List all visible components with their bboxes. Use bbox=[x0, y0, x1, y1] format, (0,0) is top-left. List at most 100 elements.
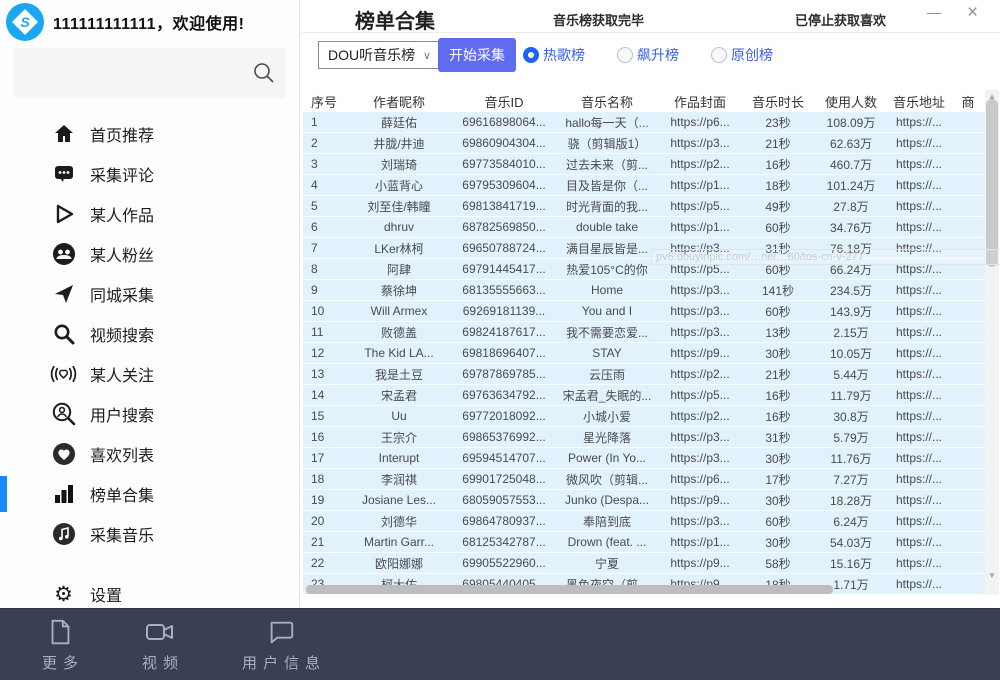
column-header[interactable]: 音乐ID bbox=[453, 90, 555, 112]
column-header[interactable]: 序号 bbox=[303, 90, 345, 112]
sidebar-item-user-works[interactable]: 某人作品 bbox=[0, 194, 299, 234]
radio-dot bbox=[617, 47, 633, 63]
table-row[interactable]: 12The Kid LA...69818696407...STAYhttps:/… bbox=[303, 343, 985, 364]
table-cell: 30秒 bbox=[741, 343, 815, 363]
radio-soaring[interactable]: 飙升榜 bbox=[617, 45, 679, 65]
home-icon bbox=[50, 121, 77, 147]
table-cell: Martin Garr... bbox=[345, 532, 453, 552]
table-cell: 11 bbox=[303, 322, 345, 342]
table-cell: 101.24万 bbox=[815, 175, 887, 195]
scroll-down-arrow[interactable]: ▼ bbox=[985, 569, 999, 583]
table-cell bbox=[951, 133, 985, 153]
sidebar-item-collect-comments[interactable]: 采集评论 bbox=[0, 154, 299, 194]
table-row[interactable]: 9蔡徐坤68135555663...Homehttps://p3...141秒2… bbox=[303, 280, 985, 301]
table-cell: https://... bbox=[887, 280, 951, 300]
table-cell: https://... bbox=[887, 175, 951, 195]
table-row[interactable]: 6dhruv68782569850...double takehttps://p… bbox=[303, 217, 985, 238]
table-row[interactable]: 13我是土豆69787869785...云压雨https://p2...21秒5… bbox=[303, 364, 985, 385]
search-icon[interactable] bbox=[252, 61, 276, 85]
table-row[interactable]: 21Martin Garr...68125342787...Drown (fea… bbox=[303, 532, 985, 553]
table-row[interactable]: 18李润祺69901725048...微风吹（剪辑...https://p6..… bbox=[303, 469, 985, 490]
sidebar-item-likes-list[interactable]: 喜欢列表 bbox=[0, 434, 299, 474]
footer-label: 用户信息 bbox=[236, 652, 326, 673]
column-header[interactable]: 音乐时长 bbox=[741, 90, 815, 112]
welcome-title: 111111111111，欢迎使用! bbox=[53, 10, 244, 34]
table-row[interactable]: 15Uu69772018092...小城小爱https://p2...16秒30… bbox=[303, 406, 985, 427]
table-cell: 17秒 bbox=[741, 469, 815, 489]
table-cell: 58秒 bbox=[741, 553, 815, 573]
column-header[interactable]: 使用人数 bbox=[815, 90, 887, 112]
table-row[interactable]: 3刘瑞琦69773584010...过去未来（剪...https://p2...… bbox=[303, 154, 985, 175]
table-cell: 30秒 bbox=[741, 490, 815, 510]
table-row[interactable]: 14宋孟君69763634792...宋孟君_失眠的...https://p5.… bbox=[303, 385, 985, 406]
table-cell: 1 bbox=[303, 112, 345, 132]
horizontal-scrollbar-thumb[interactable] bbox=[306, 585, 833, 594]
footer-item-more[interactable]: 更多 bbox=[36, 617, 84, 673]
radio-dot bbox=[711, 47, 727, 63]
column-header[interactable]: 作品封面 bbox=[659, 90, 741, 112]
table-cell: 69795309604... bbox=[453, 175, 555, 195]
app-logo-icon: S bbox=[6, 3, 44, 41]
table-row[interactable]: 20刘德华69864780937...奉陪到底https://p3...60秒6… bbox=[303, 511, 985, 532]
sidebar-item-label: 某人作品 bbox=[90, 202, 154, 226]
table-row[interactable]: 4小蓝背心69795309604...目及皆是你（...https://p1..… bbox=[303, 175, 985, 196]
search-input[interactable] bbox=[14, 48, 286, 98]
table-row[interactable]: 10Will Armex69269181139...You and Ihttps… bbox=[303, 301, 985, 322]
table-cell: 16秒 bbox=[741, 385, 815, 405]
table-row[interactable]: 17Interupt69594514707...Power (In Yo...h… bbox=[303, 448, 985, 469]
table-cell: 20 bbox=[303, 511, 345, 531]
status-music-fetched: 音乐榜获取完毕 bbox=[553, 10, 644, 29]
start-collect-button[interactable]: 开始采集 bbox=[438, 38, 516, 72]
radio-hot-songs[interactable]: 热歌榜 bbox=[523, 45, 585, 65]
table-cell: STAY bbox=[555, 343, 659, 363]
table-cell: 2.15万 bbox=[815, 322, 887, 342]
footer-item-video[interactable]: 视频 bbox=[136, 617, 184, 673]
table-row[interactable]: 22欧阳娜娜69905522960...宁夏https://p9...58秒15… bbox=[303, 553, 985, 574]
table-row[interactable]: 19Josiane Les...68059057553...Junko (Des… bbox=[303, 490, 985, 511]
footer-item-user-info[interactable]: 用户信息 bbox=[236, 617, 326, 673]
table-cell: 60秒 bbox=[741, 511, 815, 531]
sidebar-item-user-fans[interactable]: 某人粉丝 bbox=[0, 234, 299, 274]
table-cell: 69865376992... bbox=[453, 427, 555, 447]
column-header[interactable]: 作者昵称 bbox=[345, 90, 453, 112]
table-row[interactable]: 5刘至佳/韩瞳69813841719...时光背面的我...https://p5… bbox=[303, 196, 985, 217]
column-header[interactable]: 音乐名称 bbox=[555, 90, 659, 112]
table-cell: https://p3... bbox=[659, 301, 741, 321]
sidebar-search[interactable] bbox=[14, 48, 286, 98]
sidebar-item-city-collect[interactable]: 同城采集 bbox=[0, 274, 299, 314]
column-header[interactable]: 音乐地址 bbox=[887, 90, 951, 112]
table-cell bbox=[951, 217, 985, 237]
sidebar-item-home-recommend[interactable]: 首页推荐 bbox=[0, 114, 299, 154]
board-select[interactable]: DOU听音乐榜 ∨ bbox=[318, 41, 439, 69]
sidebar-item-user-follows[interactable]: 某人关注 bbox=[0, 354, 299, 394]
table-row[interactable]: 2井胧/井迪69860904304...骁（剪辑版1）https://p3...… bbox=[303, 133, 985, 154]
sidebar-item-rankings[interactable]: 榜单合集 bbox=[0, 474, 299, 514]
table-row[interactable]: 1薛廷佑69616898064...hallo每一天（...https://p6… bbox=[303, 112, 985, 133]
table-cell bbox=[951, 490, 985, 510]
table-row[interactable]: 16王宗介69865376992...星光降落https://p3...31秒5… bbox=[303, 427, 985, 448]
sidebar-item-label: 用户搜索 bbox=[90, 402, 154, 426]
table-cell: 21 bbox=[303, 532, 345, 552]
table-cell: 27.8万 bbox=[815, 196, 887, 216]
vertical-scrollbar-thumb[interactable] bbox=[986, 99, 998, 267]
sidebar-item-collect-music[interactable]: 采集音乐 bbox=[0, 514, 299, 554]
table-cell: https://p3... bbox=[659, 511, 741, 531]
close-button[interactable]: × bbox=[967, 2, 978, 24]
sidebar-item-user-search[interactable]: 用户搜索 bbox=[0, 394, 299, 434]
video-icon bbox=[143, 617, 177, 647]
table-cell: https://p3... bbox=[659, 427, 741, 447]
column-header[interactable]: 商 bbox=[951, 90, 985, 112]
vertical-scrollbar[interactable]: ▲ ▼ bbox=[985, 90, 999, 595]
table-cell: 15 bbox=[303, 406, 345, 426]
sidebar-item-video-search[interactable]: 视频搜索 bbox=[0, 314, 299, 354]
table-cell: 13 bbox=[303, 364, 345, 384]
gear-icon: ⚙ bbox=[50, 581, 77, 607]
radio-original[interactable]: 原创榜 bbox=[711, 45, 773, 65]
table-row[interactable]: 11败德盖69824187617...我不需要恋爱...https://p3..… bbox=[303, 322, 985, 343]
minimize-button[interactable]: — bbox=[927, 4, 941, 20]
table-cell bbox=[951, 532, 985, 552]
table-cell bbox=[951, 553, 985, 573]
table-cell: 69773584010... bbox=[453, 154, 555, 174]
table-cell: 10.05万 bbox=[815, 343, 887, 363]
table-cell: https://... bbox=[887, 154, 951, 174]
